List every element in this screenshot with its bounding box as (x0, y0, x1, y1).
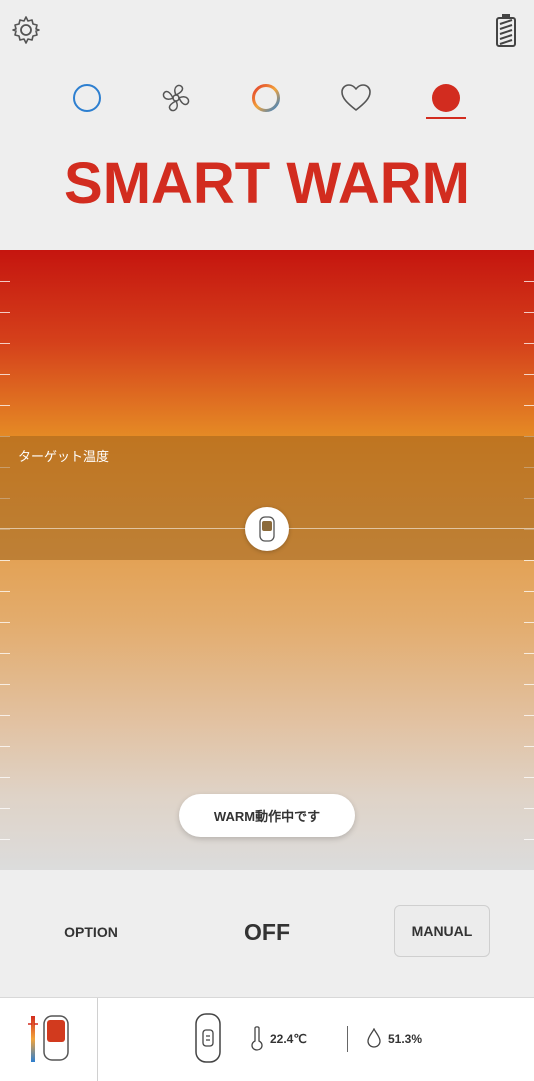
thermometer-icon (250, 1025, 264, 1051)
scale-tick (524, 653, 534, 654)
scale-tick (0, 653, 10, 654)
scale-tick (0, 839, 10, 840)
status-pill: WARM動作中です (179, 794, 355, 837)
scale-tick (524, 715, 534, 716)
scale-tick (0, 405, 10, 406)
scale-tick (524, 560, 534, 561)
mode-auto-tab[interactable] (244, 76, 288, 120)
mode-warm-tab[interactable] (424, 76, 468, 120)
scale-tick (524, 343, 534, 344)
scale-tick (524, 684, 534, 685)
option-button[interactable]: OPTION (50, 910, 132, 954)
gear-icon[interactable] (10, 14, 42, 46)
device-thumbnail-icon[interactable] (24, 1012, 72, 1064)
target-label: ターゲット温度 (18, 449, 110, 464)
battery-icon (494, 12, 518, 48)
footer-separator (347, 1026, 348, 1052)
scale-tick (524, 591, 534, 592)
remote-icon (194, 1012, 222, 1064)
scale-tick (0, 281, 10, 282)
circle-outline-icon (73, 84, 101, 112)
temperature-value: 22.4℃ (270, 1032, 307, 1046)
scale-tick (0, 808, 10, 809)
temperature-panel[interactable]: ターゲット温度 WARM動作中です (0, 250, 534, 870)
gradient-ring-icon (252, 84, 280, 112)
mode-title: SMART WARM (64, 151, 470, 216)
scale-tick (0, 777, 10, 778)
scale-tick (524, 622, 534, 623)
scale-tick (524, 374, 534, 375)
scale-tick (0, 715, 10, 716)
scale-tick (524, 281, 534, 282)
fan-icon (162, 84, 190, 112)
scale-tick (524, 746, 534, 747)
device-remote-icon (259, 516, 275, 542)
power-state-toggle[interactable]: OFF (217, 910, 317, 954)
scale-tick (0, 684, 10, 685)
target-slider-handle[interactable] (245, 507, 289, 551)
scale-tick (0, 343, 10, 344)
scale-tick (0, 746, 10, 747)
heart-icon (341, 84, 371, 111)
droplet-icon (367, 1027, 381, 1048)
humidity-value: 51.3% (388, 1032, 423, 1046)
scale-tick (0, 312, 10, 313)
selected-tab-indicator (426, 117, 466, 119)
scale-tick (0, 374, 10, 375)
scale-tick (0, 560, 10, 561)
mode-cool-tab[interactable] (65, 76, 109, 120)
scale-tick (0, 622, 10, 623)
filled-circle-icon (432, 84, 460, 112)
scale-tick (524, 405, 534, 406)
scale-tick (524, 839, 534, 840)
mode-fan-tab[interactable] (154, 76, 198, 120)
scale-tick (524, 777, 534, 778)
scale-tick (524, 808, 534, 809)
footer-divider (97, 998, 98, 1081)
footer-bar: 22.4℃ 51.3% (0, 997, 534, 1081)
scale-tick (524, 312, 534, 313)
scale-tick (0, 591, 10, 592)
mode-favorite-tab[interactable] (334, 76, 378, 120)
manual-button[interactable]: MANUAL (394, 905, 490, 957)
